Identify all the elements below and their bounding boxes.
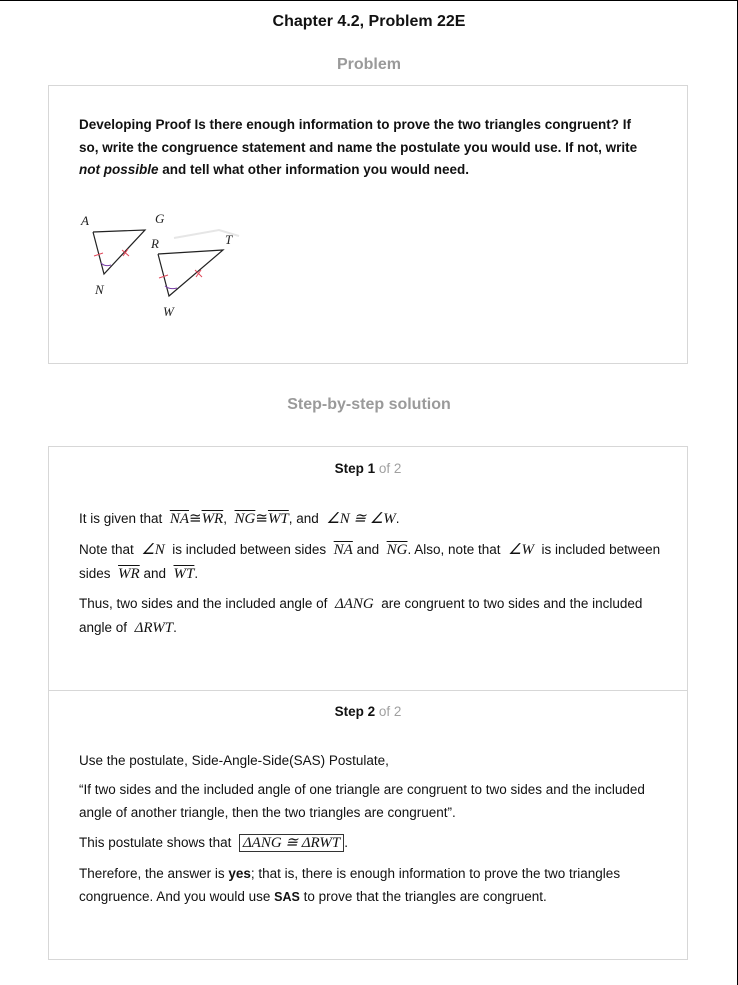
text: It is given that	[79, 511, 163, 526]
step-1-conclusion: Thus, two sides and the included angle o…	[79, 592, 664, 640]
angle-n-congruent-angle-w: ∠N ≅ ∠W	[326, 511, 396, 527]
step-2-postulate-quote: “If two sides and the included angle of …	[79, 782, 645, 820]
step-label: Step 1	[334, 461, 376, 476]
triangle-rwt-label: ΔRWT	[134, 620, 174, 636]
segment-na: NA	[333, 542, 353, 558]
vertex-label-t: T	[225, 232, 233, 247]
step-1-included-angles: Note that ∠N is included between sides N…	[79, 538, 664, 586]
segment-wr: WR	[118, 566, 140, 582]
step-2-final-answer: Therefore, the answer is yes; that is, t…	[79, 862, 664, 909]
step-count: of 2	[378, 461, 402, 476]
congruent-symbol: ≅	[255, 511, 268, 527]
problem-card: Developing Proof Is there enough informa…	[48, 85, 688, 364]
angle-w: ∠W	[508, 542, 535, 558]
vertex-label-n: N	[94, 282, 105, 297]
step-2: Step 2 of 2 Use the postulate, Side-Angl…	[49, 690, 687, 960]
step-1: Step 1 of 2 It is given that NA≅WR, NG≅W…	[49, 447, 687, 691]
text: is included between sides	[172, 542, 327, 557]
text: .	[344, 835, 349, 850]
segment-wt: WT	[173, 566, 195, 582]
step-label: Step 2	[334, 704, 376, 719]
text: This postulate shows that	[79, 835, 232, 850]
answer-yes: yes	[228, 866, 251, 881]
vertex-label-g: G	[155, 211, 165, 226]
text: . Also, note that	[407, 542, 501, 557]
text: Therefore, the answer is	[79, 866, 229, 881]
segment-wr: WR	[201, 511, 224, 527]
angle-n: ∠N	[141, 542, 165, 558]
problem-statement: Developing Proof Is there enough informa…	[79, 114, 649, 182]
step-2-result: This postulate shows that ΔANG ≅ ΔRWT.	[79, 831, 664, 855]
step-2-postulate-intro: Use the postulate, Side-Angle-Side(SAS) …	[79, 753, 389, 768]
segment-na: NA	[169, 511, 189, 527]
triangles-figure: A G N R T W	[80, 211, 240, 319]
text: ,	[223, 511, 227, 526]
step-1-title: Step 1 of 2	[49, 461, 687, 476]
answer-sas: SAS	[274, 890, 300, 904]
text: .	[173, 620, 177, 635]
triangle-ang	[92, 229, 147, 276]
problem-text-part: and tell what other information you woul…	[158, 162, 470, 177]
answer-box: ΔANG ≅ ΔRWT	[238, 834, 345, 852]
problem-emphasis: not possible	[79, 162, 159, 177]
vertex-label-w: W	[163, 304, 175, 319]
congruent-symbol: ≅	[188, 511, 202, 527]
triangle-rwt	[157, 249, 225, 298]
solution-heading: Step-by-step solution	[287, 396, 451, 413]
text: Thus, two sides and the included angle o…	[79, 596, 328, 611]
text: , and	[288, 511, 319, 526]
step-1-given: It is given that NA≅WR, NG≅WT, and ∠N ≅ …	[79, 507, 664, 531]
segment-ng: NG	[386, 542, 408, 558]
vertex-label-a: A	[80, 213, 89, 228]
text: .	[395, 511, 400, 526]
solution-card: Step 1 of 2 It is given that NA≅WR, NG≅W…	[48, 446, 688, 960]
vertex-label-r: R	[150, 236, 159, 251]
text: to prove that the triangles are congruen…	[299, 889, 547, 904]
text: .	[194, 566, 199, 581]
text: and	[356, 542, 380, 557]
step-2-title: Step 2 of 2	[49, 704, 687, 719]
page-border-top	[0, 0, 738, 1]
text: Note that	[79, 542, 134, 557]
problem-heading: Problem	[336, 56, 401, 73]
triangle-ang-label: ΔANG	[334, 596, 374, 612]
problem-text-part: Developing Proof Is there enough informa…	[79, 117, 638, 155]
step-count: of 2	[378, 704, 402, 719]
page-title: Chapter 4.2, Problem 22E	[272, 13, 466, 30]
text: and	[143, 566, 166, 581]
segment-wt: WT	[267, 511, 289, 527]
segment-ng: NG	[234, 511, 256, 527]
